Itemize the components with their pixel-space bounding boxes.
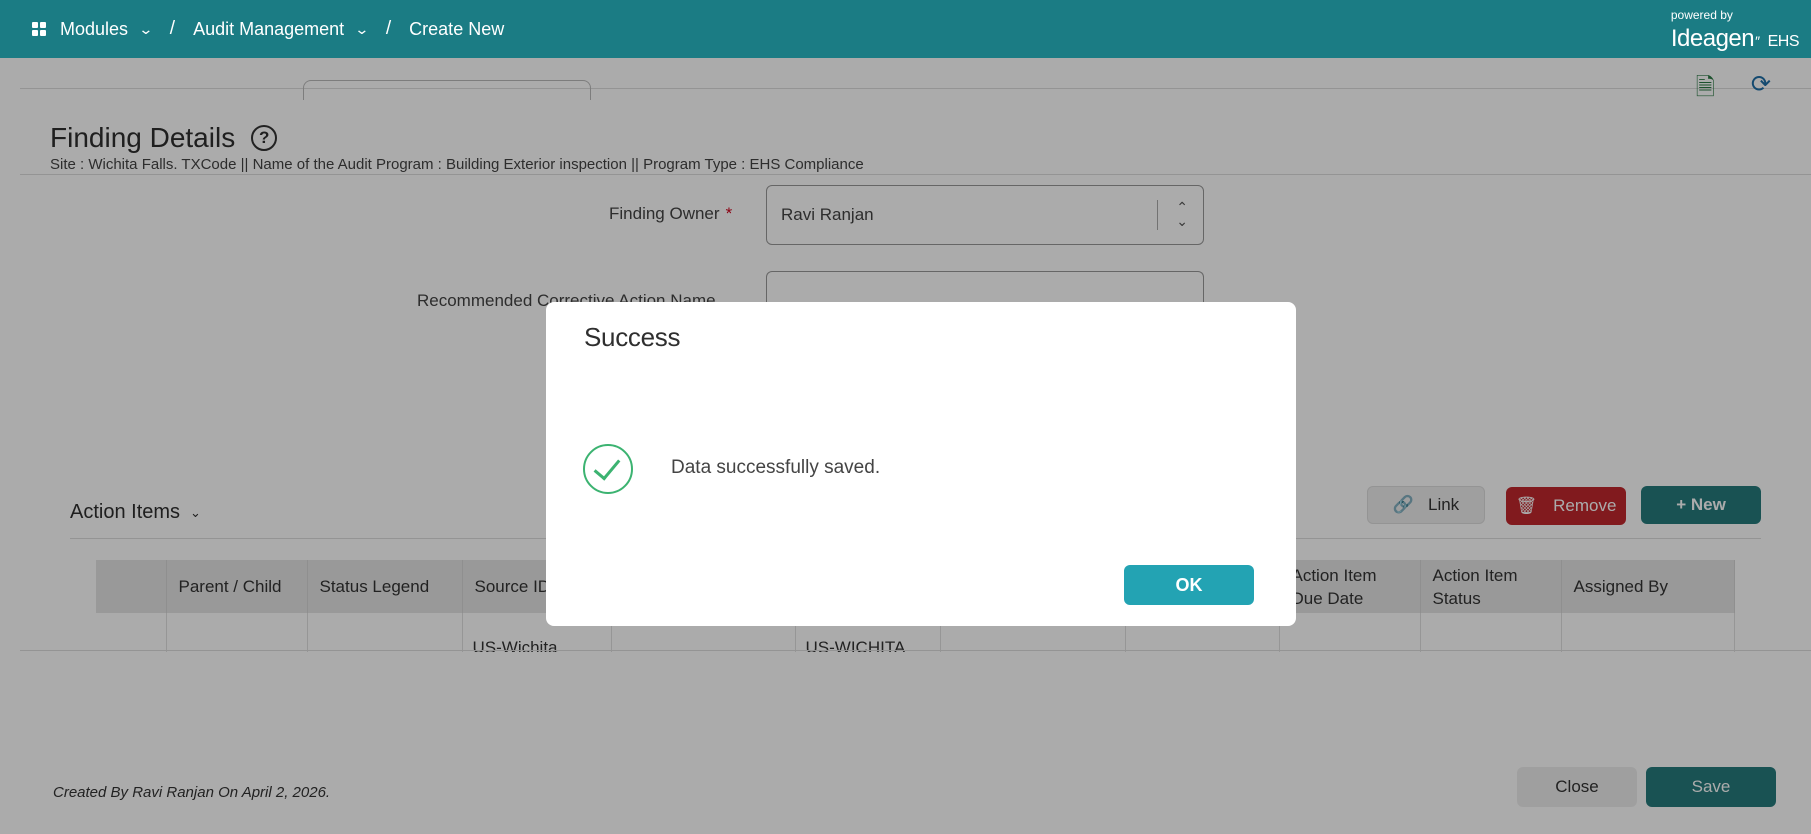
powered-by-text: powered by [1670,8,1733,22]
breadcrumb-create-new: Create New [409,18,505,39]
top-navigation-bar: Modules ⌄ / Audit Management ⌄ / Create … [0,0,1811,58]
brand-logo: powered by Ideagen ″ EHS [1670,8,1800,53]
success-dialog: Success Data successfully saved. OK [546,302,1296,626]
chevron-down-icon[interactable]: ⌄ [354,21,369,38]
breadcrumb-audit-management[interactable]: Audit Management ⌄ [193,19,370,40]
breadcrumb-separator: / [385,18,392,39]
breadcrumb-modules[interactable]: Modules ⌄ [60,19,154,40]
breadcrumb-modules-label[interactable]: Modules [60,19,128,40]
breadcrumb-audit-management-label[interactable]: Audit Management [193,19,344,40]
breadcrumb: Modules ⌄ / Audit Management ⌄ / Create … [32,18,504,40]
checkmark-circle-icon [583,444,633,494]
dialog-message: Data successfully saved. [671,457,881,478]
dialog-title: Success [584,322,681,352]
modules-grid-icon[interactable] [32,22,46,36]
brand-name: Ideagen [1670,25,1755,52]
brand-arcs-icon: ″ [1755,33,1760,49]
ok-button[interactable]: OK [1124,565,1254,605]
chevron-down-icon[interactable]: ⌄ [138,21,153,38]
breadcrumb-separator: / [169,18,176,39]
brand-suffix: EHS [1767,33,1800,50]
ideagen-logo: Ideagen ″ EHS [1670,25,1800,53]
